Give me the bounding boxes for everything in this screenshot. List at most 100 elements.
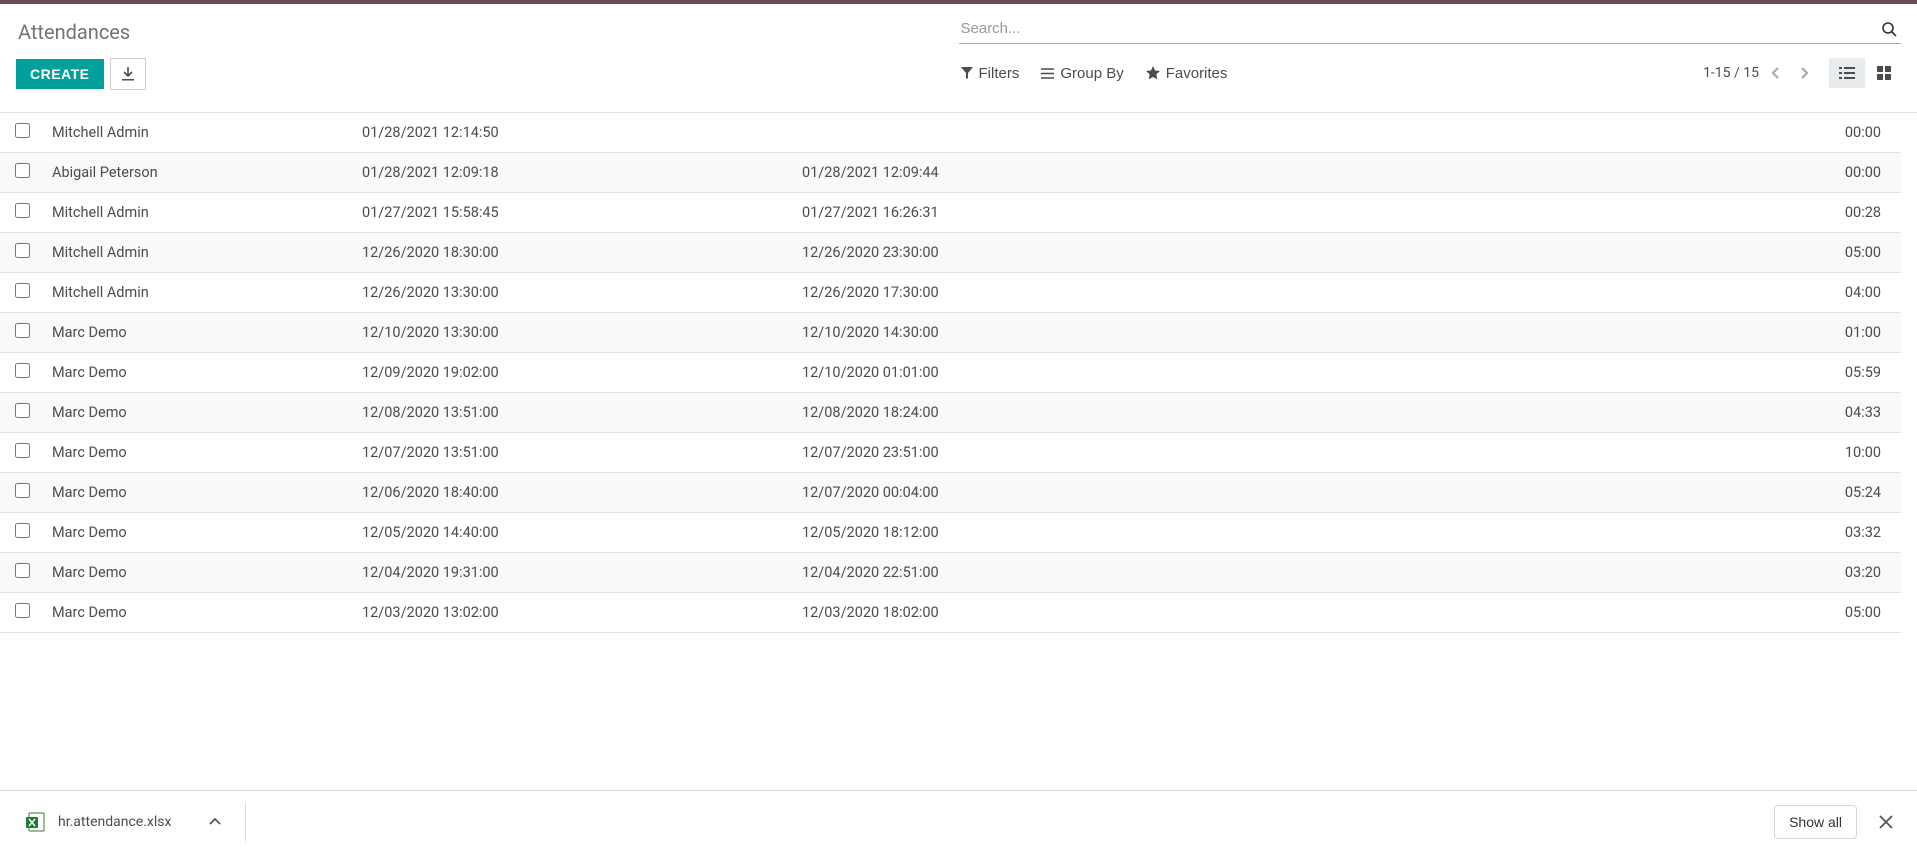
row-checkbox[interactable] xyxy=(15,563,30,578)
cell-employee: Marc Demo xyxy=(44,513,354,553)
cell-hours: 00:00 xyxy=(1811,153,1901,193)
cell-hours: 00:28 xyxy=(1811,193,1901,233)
table-row[interactable]: Marc Demo12/05/2020 14:40:0012/05/2020 1… xyxy=(0,513,1901,553)
cell-checkin: 12/04/2020 19:31:00 xyxy=(354,553,794,593)
list-view-icon xyxy=(1839,67,1855,79)
cell-hours: 10:00 xyxy=(1811,433,1901,473)
cell-checkout: 12/07/2020 00:04:00 xyxy=(794,473,1811,513)
cell-employee: Marc Demo xyxy=(44,553,354,593)
pager: 1-15 / 15 xyxy=(1703,62,1815,84)
list-icon xyxy=(1041,68,1054,79)
cell-checkin: 01/28/2021 12:09:18 xyxy=(354,153,794,193)
row-checkbox[interactable] xyxy=(15,283,30,298)
cell-employee: Marc Demo xyxy=(44,353,354,393)
cell-employee: Mitchell Admin xyxy=(44,233,354,273)
cell-checkout xyxy=(794,113,1811,153)
show-all-button[interactable]: Show all xyxy=(1774,805,1857,839)
filters-label: Filters xyxy=(979,65,1020,82)
row-checkbox[interactable] xyxy=(15,123,30,138)
cell-employee: Marc Demo xyxy=(44,433,354,473)
close-downloads-button[interactable] xyxy=(1871,811,1901,833)
row-checkbox[interactable] xyxy=(15,483,30,498)
cell-hours: 05:00 xyxy=(1811,233,1901,273)
filters-button[interactable]: Filters xyxy=(961,65,1020,82)
row-checkbox[interactable] xyxy=(15,323,30,338)
cell-checkin: 01/27/2021 15:58:45 xyxy=(354,193,794,233)
cell-employee: Marc Demo xyxy=(44,473,354,513)
cell-checkin: 01/28/2021 12:14:50 xyxy=(354,113,794,153)
search-input[interactable] xyxy=(959,16,1878,41)
download-filename: hr.attendance.xlsx xyxy=(58,814,171,830)
create-button[interactable]: Create xyxy=(16,59,104,89)
kanban-view-icon xyxy=(1877,66,1891,80)
favorites-label: Favorites xyxy=(1166,65,1228,82)
cell-checkout: 12/03/2020 18:02:00 xyxy=(794,593,1811,633)
row-checkbox[interactable] xyxy=(15,403,30,418)
row-checkbox[interactable] xyxy=(15,363,30,378)
groupby-button[interactable]: Group By xyxy=(1041,65,1123,82)
cell-checkin: 12/05/2020 14:40:00 xyxy=(354,513,794,553)
table-row[interactable]: Marc Demo12/09/2020 19:02:0012/10/2020 0… xyxy=(0,353,1901,393)
cell-checkin: 12/03/2020 13:02:00 xyxy=(354,593,794,633)
cell-checkout: 12/10/2020 01:01:00 xyxy=(794,353,1811,393)
cell-hours: 00:00 xyxy=(1811,113,1901,153)
table-row[interactable]: Marc Demo12/10/2020 13:30:0012/10/2020 1… xyxy=(0,313,1901,353)
favorites-button[interactable]: Favorites xyxy=(1146,65,1228,82)
cell-checkin: 12/09/2020 19:02:00 xyxy=(354,353,794,393)
pager-next[interactable] xyxy=(1793,62,1815,84)
cell-checkin: 12/10/2020 13:30:00 xyxy=(354,313,794,353)
download-bar: hr.attendance.xlsx Show all xyxy=(0,790,1917,852)
cell-hours: 01:00 xyxy=(1811,313,1901,353)
cell-checkout: 12/05/2020 18:12:00 xyxy=(794,513,1811,553)
cell-checkin: 12/06/2020 18:40:00 xyxy=(354,473,794,513)
table-scroll[interactable]: Mitchell Admin01/28/2021 12:14:5000:00Ab… xyxy=(0,112,1917,780)
pager-range[interactable]: 1-15 / 15 xyxy=(1703,65,1759,81)
cell-hours: 05:59 xyxy=(1811,353,1901,393)
table-row[interactable]: Abigail Peterson01/28/2021 12:09:1801/28… xyxy=(0,153,1901,193)
chevron-right-icon xyxy=(1799,66,1809,80)
download-chevron[interactable] xyxy=(209,818,221,826)
table-row[interactable]: Marc Demo12/04/2020 19:31:0012/04/2020 2… xyxy=(0,553,1901,593)
cell-checkin: 12/26/2020 13:30:00 xyxy=(354,273,794,313)
cell-hours: 05:24 xyxy=(1811,473,1901,513)
cell-checkin: 12/07/2020 13:51:00 xyxy=(354,433,794,473)
cell-employee: Mitchell Admin xyxy=(44,113,354,153)
cell-hours: 03:20 xyxy=(1811,553,1901,593)
table-row[interactable]: Marc Demo12/03/2020 13:02:0012/03/2020 1… xyxy=(0,593,1901,633)
download-icon xyxy=(121,67,135,81)
control-panel: Attendances Create Filters Group B xyxy=(0,4,1917,112)
row-checkbox[interactable] xyxy=(15,163,30,178)
chevron-left-icon xyxy=(1771,66,1781,80)
cell-employee: Mitchell Admin xyxy=(44,273,354,313)
cell-checkout: 12/07/2020 23:51:00 xyxy=(794,433,1811,473)
table-row[interactable]: Marc Demo12/08/2020 13:51:0012/08/2020 1… xyxy=(0,393,1901,433)
cell-checkout: 01/27/2021 16:26:31 xyxy=(794,193,1811,233)
cell-checkout: 12/10/2020 14:30:00 xyxy=(794,313,1811,353)
row-checkbox[interactable] xyxy=(15,603,30,618)
table-row[interactable]: Mitchell Admin01/27/2021 15:58:4501/27/2… xyxy=(0,193,1901,233)
table-row[interactable]: Mitchell Admin01/28/2021 12:14:50 00:00 xyxy=(0,113,1901,153)
groupby-label: Group By xyxy=(1060,65,1123,82)
kanban-view-button[interactable] xyxy=(1867,58,1901,88)
attendance-table: Mitchell Admin01/28/2021 12:14:5000:00Ab… xyxy=(0,113,1901,633)
table-row[interactable]: Marc Demo12/06/2020 18:40:0012/07/2020 0… xyxy=(0,473,1901,513)
search-icon[interactable] xyxy=(1877,21,1901,37)
search-bar[interactable] xyxy=(959,14,1902,44)
list-view-button[interactable] xyxy=(1829,58,1865,88)
row-checkbox[interactable] xyxy=(15,443,30,458)
cell-checkout: 01/28/2021 12:09:44 xyxy=(794,153,1811,193)
row-checkbox[interactable] xyxy=(15,523,30,538)
table-row[interactable]: Mitchell Admin12/26/2020 18:30:0012/26/2… xyxy=(0,233,1901,273)
table-row[interactable]: Mitchell Admin12/26/2020 13:30:0012/26/2… xyxy=(0,273,1901,313)
table-row[interactable]: Marc Demo12/07/2020 13:51:0012/07/2020 2… xyxy=(0,433,1901,473)
cell-checkout: 12/08/2020 18:24:00 xyxy=(794,393,1811,433)
download-chip[interactable]: hr.attendance.xlsx xyxy=(16,802,246,842)
cell-checkin: 12/26/2020 18:30:00 xyxy=(354,233,794,273)
pager-prev[interactable] xyxy=(1765,62,1787,84)
chevron-up-icon xyxy=(209,818,221,826)
row-checkbox[interactable] xyxy=(15,243,30,258)
export-button[interactable] xyxy=(110,58,146,90)
cell-hours: 04:00 xyxy=(1811,273,1901,313)
xlsx-file-icon xyxy=(26,811,46,833)
row-checkbox[interactable] xyxy=(15,203,30,218)
